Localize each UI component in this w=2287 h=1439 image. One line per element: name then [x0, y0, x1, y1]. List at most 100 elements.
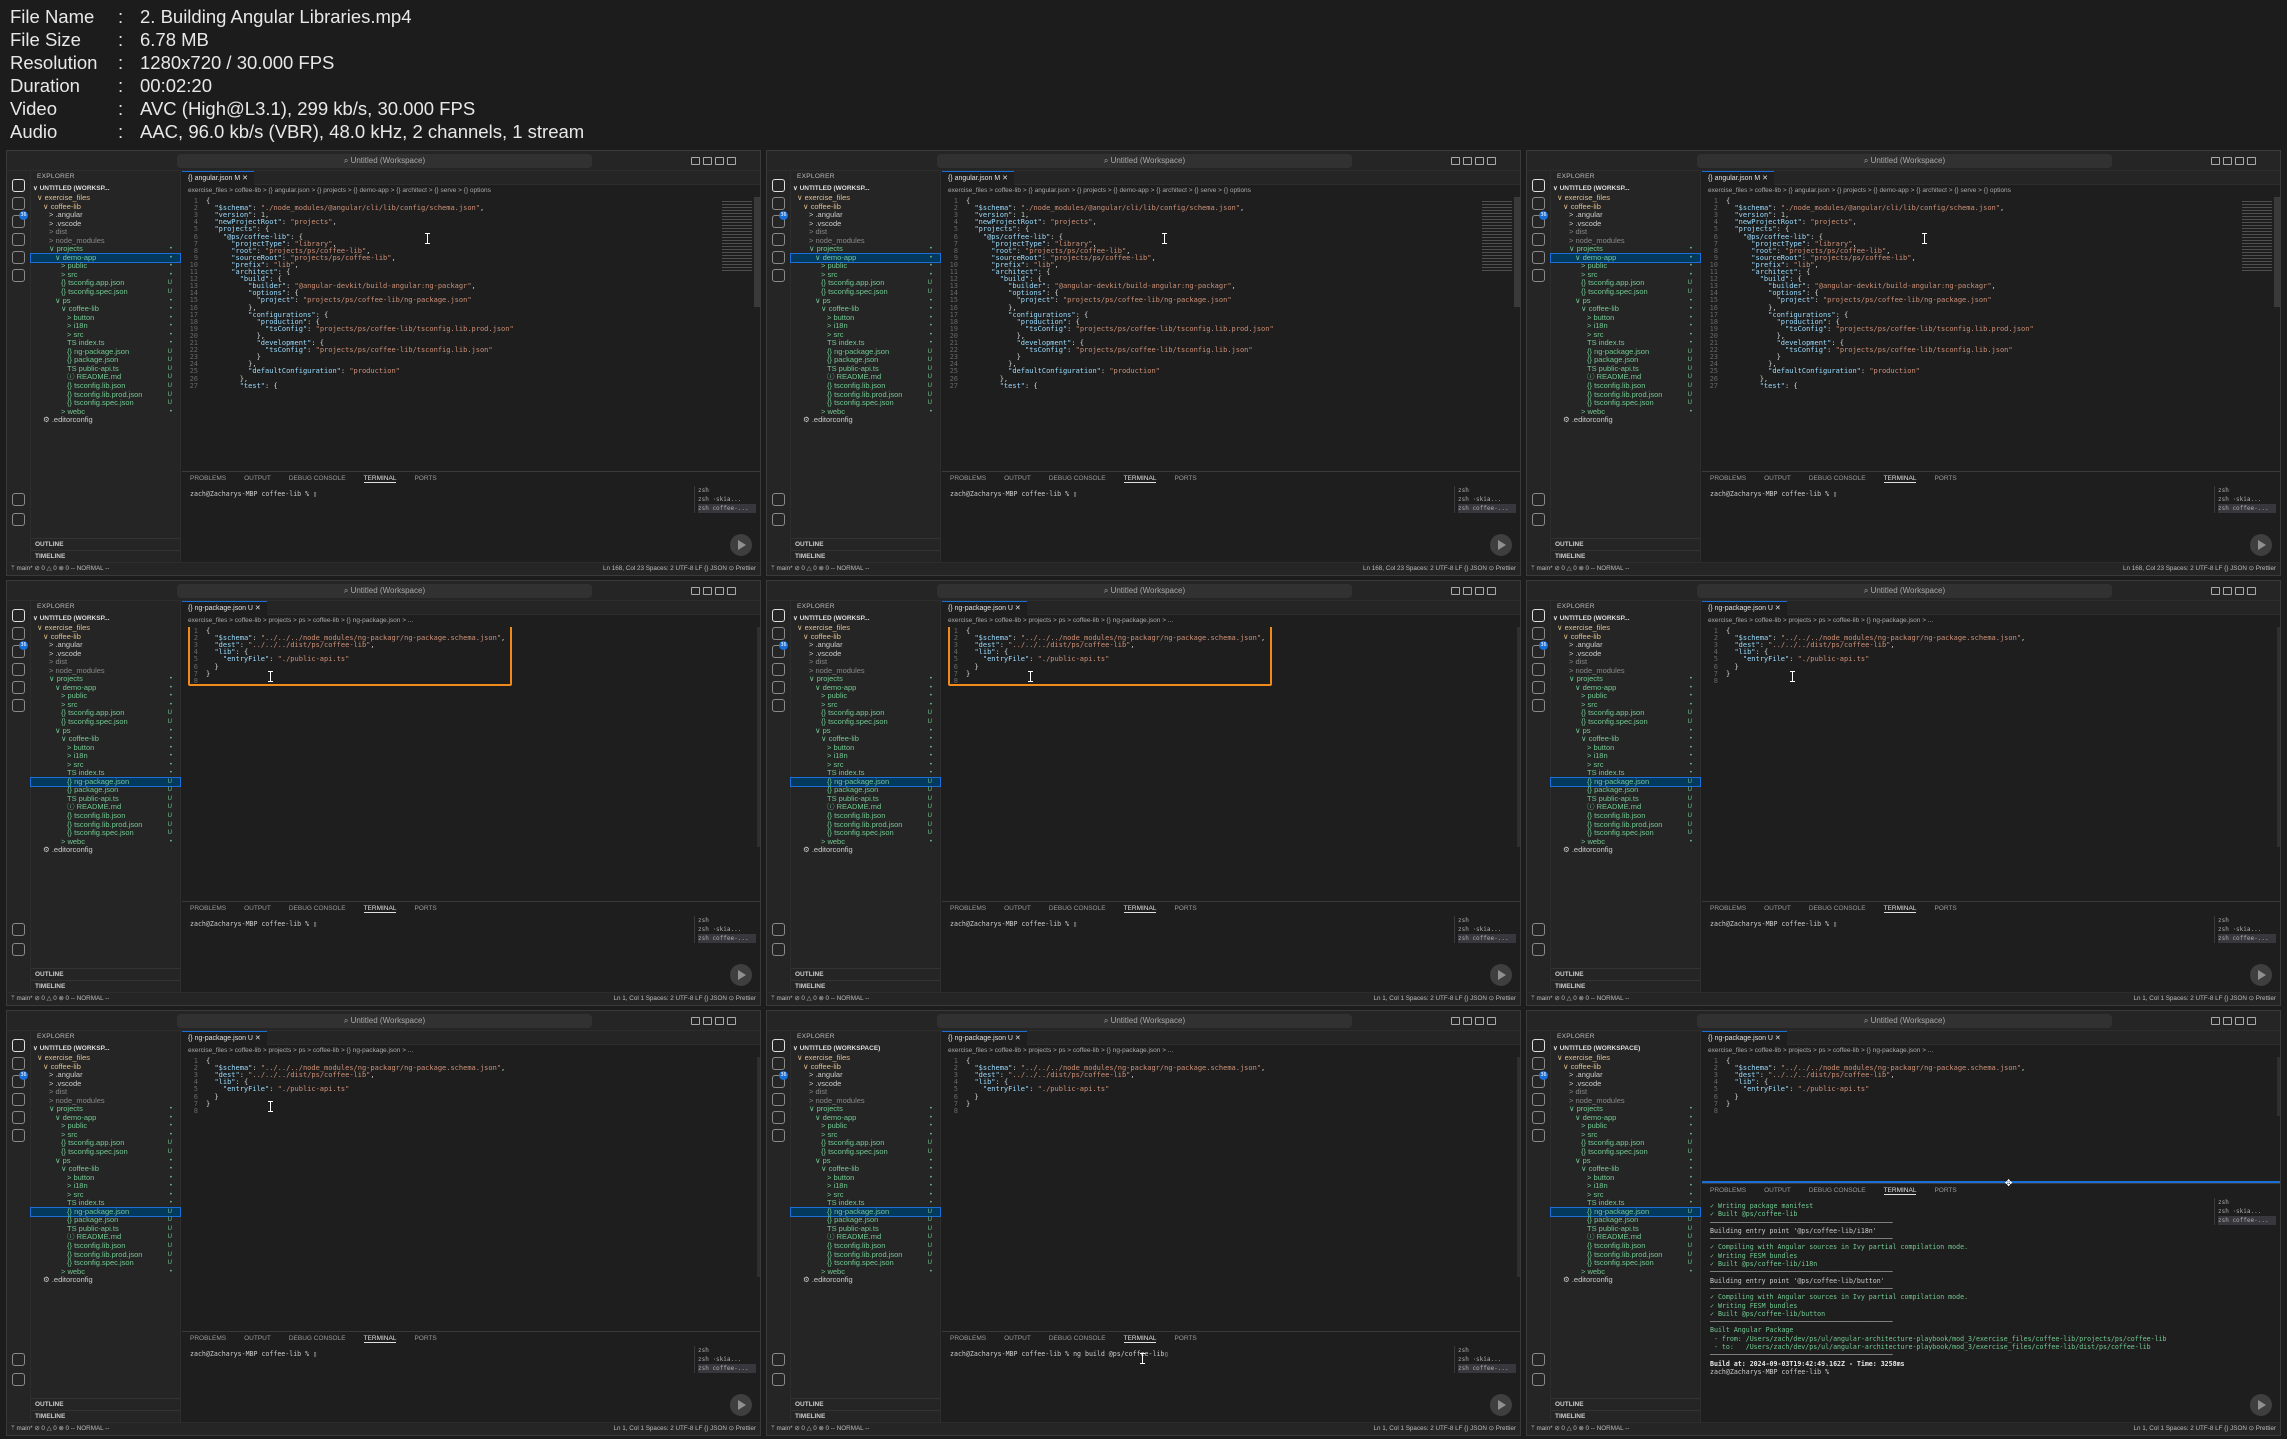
- layout-toggle-icon[interactable]: [1475, 1017, 1484, 1025]
- tree-item[interactable]: > button •: [31, 744, 180, 753]
- terminal-instance[interactable]: zsh: [698, 916, 756, 925]
- extensions-icon[interactable]: [772, 251, 785, 264]
- extensions-icon[interactable]: [1532, 251, 1545, 264]
- tree-item[interactable]: {} tsconfig.spec.json U: [31, 399, 180, 408]
- breadcrumb[interactable]: exercise_files > coffee-lib > projects >…: [182, 1045, 760, 1056]
- accounts-icon[interactable]: [772, 1353, 785, 1366]
- status-right[interactable]: Ln 1, Col 1 Spaces: 2 UTF-8 LF {} JSON ⊙…: [1374, 1423, 1516, 1435]
- panel-tab-terminal[interactable]: TERMINAL: [1883, 1187, 1917, 1195]
- panel-tab-output[interactable]: OUTPUT: [1764, 475, 1791, 482]
- tree-item[interactable]: {} tsconfig.lib.prod.json U: [1551, 1251, 1700, 1260]
- layout-toggle-icon[interactable]: [1463, 1017, 1472, 1025]
- tree-item[interactable]: > button •: [1551, 1174, 1700, 1183]
- tree-item[interactable]: ∨ projects •: [791, 1105, 940, 1114]
- tree-item[interactable]: > .angular: [31, 641, 180, 650]
- tree-item[interactable]: > public •: [1551, 262, 1700, 271]
- tree-item[interactable]: ∨ demo-app •: [790, 252, 941, 264]
- outline-section[interactable]: OUTLINE: [1551, 538, 1700, 550]
- terminal-instance[interactable]: zsh ·skia...: [2218, 925, 2276, 934]
- panel-tab-problems[interactable]: PROBLEMS: [1710, 905, 1746, 912]
- tree-item[interactable]: {} tsconfig.lib.prod.json U: [791, 391, 940, 400]
- tree-item[interactable]: > src •: [791, 1131, 940, 1140]
- tree-item[interactable]: > dist: [791, 228, 940, 237]
- tree-item[interactable]: > button •: [791, 744, 940, 753]
- panel-tab-debug-console[interactable]: DEBUG CONSOLE: [1049, 475, 1106, 482]
- tree-item[interactable]: ⓘ README.md U: [31, 1233, 180, 1242]
- tree-item[interactable]: {} package.json U: [1551, 356, 1700, 365]
- tree-item[interactable]: ∨ ps •: [791, 1157, 940, 1166]
- tree-item[interactable]: TS public-api.ts U: [31, 1225, 180, 1234]
- panel-tab-output[interactable]: OUTPUT: [1764, 1187, 1791, 1194]
- tree-item[interactable]: ∨ projects •: [791, 245, 940, 254]
- tree-item[interactable]: {} tsconfig.lib.prod.json U: [1551, 821, 1700, 830]
- tree-item[interactable]: {} package.json U: [1551, 1216, 1700, 1225]
- tree-item[interactable]: ∨ coffee-lib •: [791, 305, 940, 314]
- timeline-section[interactable]: TIMELINE: [791, 980, 940, 992]
- run-debug-icon[interactable]: [1532, 233, 1545, 246]
- layout-toggle-icon[interactable]: [691, 1017, 700, 1025]
- panel-tab-ports[interactable]: PORTS: [1934, 1187, 1956, 1194]
- gear-icon[interactable]: [12, 943, 25, 956]
- editor-tab[interactable]: {} ng-package.json U ✕: [942, 601, 1027, 615]
- terminal-instance[interactable]: zsh coffee-...: [1458, 934, 1516, 943]
- tree-item[interactable]: > src •: [1551, 761, 1700, 770]
- tree-item[interactable]: > node_modules: [1551, 1097, 1700, 1106]
- tree-item[interactable]: {} tsconfig.lib.json U: [1551, 382, 1700, 391]
- status-left[interactable]: ᛘ main* ⊘ 0 △ 0 ⊗ 0 -- NORMAL --: [11, 993, 109, 1005]
- code-view[interactable]: 1{2 "$schema": "../../../node_modules/ng…: [1702, 627, 2280, 901]
- breadcrumb[interactable]: exercise_files > coffee-lib > projects >…: [1702, 615, 2280, 626]
- tree-item[interactable]: ∨ coffee-lib: [31, 203, 180, 212]
- outline-section[interactable]: OUTLINE: [31, 538, 180, 550]
- tree-item[interactable]: {} tsconfig.spec.json U: [791, 718, 940, 727]
- panel-tab-ports[interactable]: PORTS: [1174, 1335, 1196, 1342]
- tree-item[interactable]: > .angular: [791, 211, 940, 220]
- tree-item[interactable]: {} tsconfig.spec.json U: [791, 1259, 940, 1268]
- gear-icon[interactable]: [1532, 943, 1545, 956]
- layout-toggle-icon[interactable]: [2235, 587, 2244, 595]
- tree-item[interactable]: > webc •: [1551, 408, 1700, 417]
- status-right[interactable]: Ln 1, Col 1 Spaces: 2 UTF-8 LF {} JSON ⊙…: [614, 993, 756, 1005]
- tree-item[interactable]: {} tsconfig.spec.json U: [31, 718, 180, 727]
- files-icon[interactable]: [1532, 609, 1545, 622]
- search-icon[interactable]: [772, 197, 785, 210]
- workspace-header[interactable]: ∨ UNTITLED (WORKSP...: [1551, 183, 1700, 194]
- tree-item[interactable]: > src •: [1551, 331, 1700, 340]
- accounts-icon[interactable]: [1532, 923, 1545, 936]
- tree-item[interactable]: ∨ ps •: [1551, 727, 1700, 736]
- command-center-search[interactable]: ⌕ Untitled (Workspace): [177, 584, 592, 598]
- tree-item[interactable]: {} tsconfig.lib.json U: [1551, 1242, 1700, 1251]
- tree-item[interactable]: {} ng-package.json U: [790, 1206, 941, 1218]
- tree-item[interactable]: {} tsconfig.spec.json U: [791, 1148, 940, 1157]
- tree-item[interactable]: > .vscode: [31, 650, 180, 659]
- tree-item[interactable]: {} ng-package.json U: [30, 776, 181, 788]
- run-debug-icon[interactable]: [1532, 663, 1545, 676]
- workspace-header[interactable]: ∨ UNTITLED (WORKSPACE): [791, 1043, 940, 1054]
- files-icon[interactable]: [12, 609, 25, 622]
- tree-item[interactable]: > node_modules: [31, 1097, 180, 1106]
- tree-item[interactable]: ∨ ps •: [31, 727, 180, 736]
- editor-tab[interactable]: {} angular.json M ✕: [1702, 171, 1774, 185]
- remote-explorer-icon[interactable]: [772, 269, 785, 282]
- extensions-icon[interactable]: [772, 681, 785, 694]
- tree-item[interactable]: > webc •: [791, 838, 940, 847]
- tree-item[interactable]: ∨ demo-app •: [1551, 1114, 1700, 1123]
- tree-item[interactable]: ∨ coffee-lib: [1551, 1063, 1700, 1072]
- tree-item[interactable]: > .angular: [1551, 1071, 1700, 1080]
- gear-icon[interactable]: [1532, 513, 1545, 526]
- tree-item[interactable]: > src •: [1551, 701, 1700, 710]
- gear-icon[interactable]: [1532, 1373, 1545, 1386]
- command-center-search[interactable]: ⌕ Untitled (Workspace): [1697, 154, 2112, 168]
- tree-item[interactable]: > webc •: [1551, 838, 1700, 847]
- tree-item[interactable]: > dist: [1551, 658, 1700, 667]
- tree-item[interactable]: ∨ exercise_files: [1551, 624, 1700, 633]
- tree-item[interactable]: {} ng-package.json U: [1551, 348, 1700, 357]
- tree-item[interactable]: {} tsconfig.app.json U: [31, 279, 180, 288]
- panel-tab-problems[interactable]: PROBLEMS: [950, 1335, 986, 1342]
- status-left[interactable]: ᛘ main* ⊘ 0 △ 0 ⊗ 0 -- NORMAL --: [1531, 563, 1629, 575]
- tree-item[interactable]: ∨ coffee-lib •: [1551, 305, 1700, 314]
- terminal-instance[interactable]: zsh ·skia...: [698, 495, 756, 504]
- timeline-section[interactable]: TIMELINE: [31, 980, 180, 992]
- run-debug-icon[interactable]: [772, 233, 785, 246]
- terminal-output[interactable]: zach@Zacharys-MBP coffee-lib % ▯: [190, 1350, 690, 1422]
- run-debug-icon[interactable]: [12, 233, 25, 246]
